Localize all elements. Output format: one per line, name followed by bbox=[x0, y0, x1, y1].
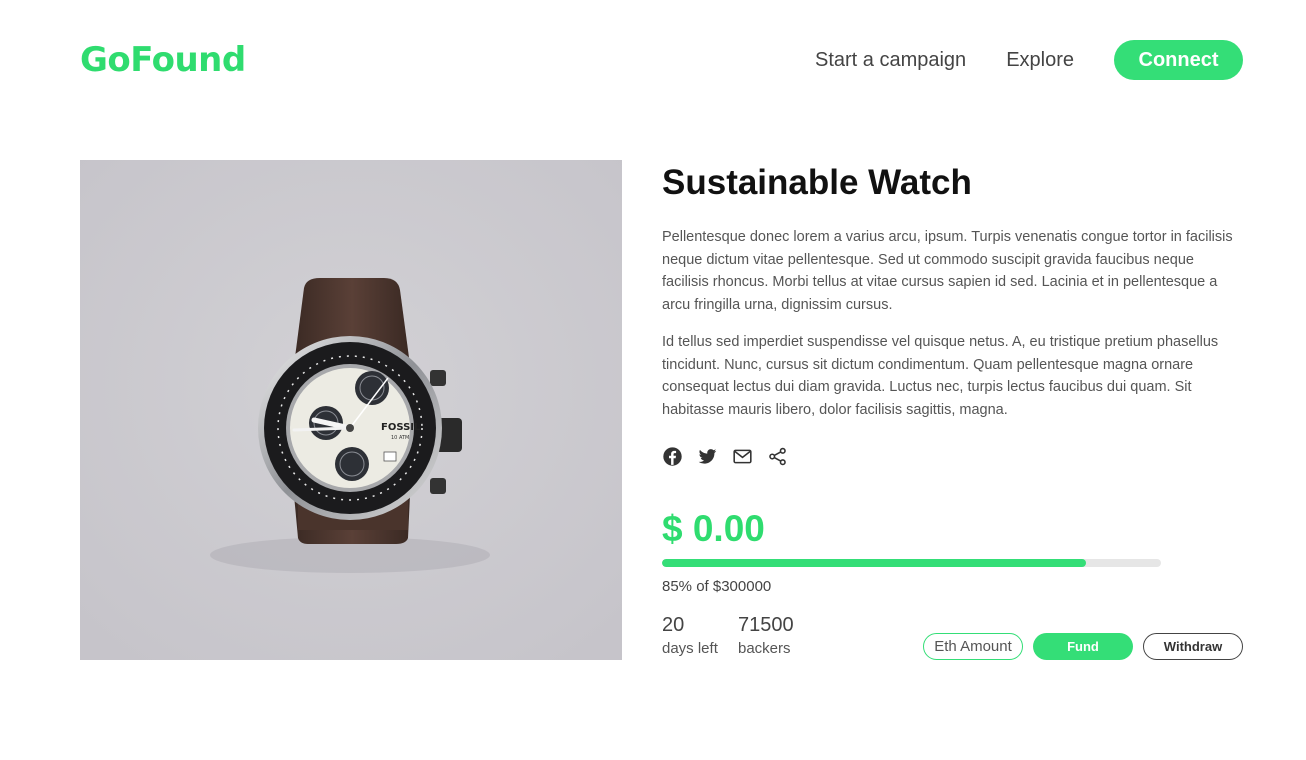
nav-explore-link[interactable]: Explore bbox=[1006, 49, 1074, 72]
funding-progress-bar bbox=[662, 559, 1161, 567]
watch-subtext: 10 ATM bbox=[391, 435, 409, 441]
fund-button[interactable]: Fund bbox=[1033, 633, 1133, 660]
funding-goal-text: 85% of $300000 bbox=[662, 578, 772, 595]
brand-logo[interactable]: GoFound bbox=[80, 40, 246, 80]
funding-progress-fill bbox=[662, 559, 1087, 567]
campaign-details: Sustainable Watch Pellentesque donec lor… bbox=[662, 160, 1243, 467]
backers-label: backers bbox=[738, 640, 791, 657]
campaign-description-2: Id tellus sed imperdiet suspendisse vel … bbox=[662, 334, 1219, 418]
product-image: FOSSIL 10 ATM bbox=[80, 160, 622, 660]
days-left-value: 20 bbox=[662, 614, 685, 636]
mail-icon[interactable] bbox=[732, 446, 753, 467]
days-left-stat: 20 days left bbox=[662, 613, 718, 657]
facebook-icon[interactable] bbox=[662, 446, 683, 467]
nav-start-campaign-link[interactable]: Start a campaign bbox=[815, 49, 966, 72]
amount-raised: $ 0.00 bbox=[662, 508, 765, 549]
twitter-icon[interactable] bbox=[697, 446, 718, 467]
withdraw-button[interactable]: Withdraw bbox=[1143, 633, 1243, 660]
campaign-title: Sustainable Watch bbox=[662, 163, 972, 202]
share-links bbox=[662, 445, 1243, 467]
watch-brand-text: FOSSIL bbox=[381, 422, 421, 433]
connect-button[interactable]: Connect bbox=[1114, 40, 1243, 80]
backers-value: 71500 bbox=[738, 614, 794, 636]
eth-amount-input[interactable] bbox=[923, 633, 1023, 660]
top-nav: Start a campaign Explore Connect bbox=[815, 40, 1243, 80]
share-icon[interactable] bbox=[767, 446, 788, 467]
days-left-label: days left bbox=[662, 640, 718, 657]
campaign-description-1: Pellentesque donec lorem a varius arcu, … bbox=[662, 229, 1233, 313]
backers-stat: 71500 backers bbox=[738, 613, 794, 657]
